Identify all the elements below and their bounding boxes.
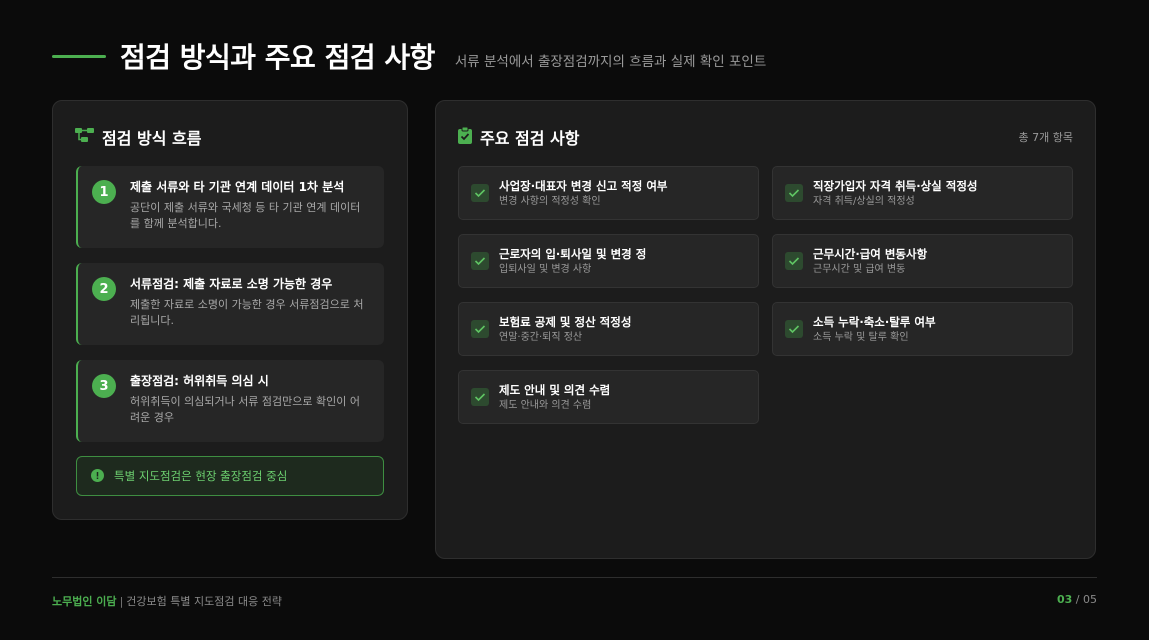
flow-panel: 점검 방식 흐름 1 제출 서류와 타 기관 연계 데이터 1차 분석 공단이 … bbox=[52, 100, 408, 520]
item-title: 근무시간·급여 변동사항 bbox=[813, 246, 928, 261]
checklist-item: 직장가입자 자격 취득·상실 적정성 자격 취득/상실의 적정성 bbox=[772, 166, 1073, 220]
page-indicator: 03 / 05 bbox=[1057, 593, 1097, 609]
checklist-item: 보험료 공제 및 정산 적정성 연말·중간·퇴직 정산 bbox=[458, 302, 759, 356]
checklist-panel-title: 주요 점검 사항 bbox=[480, 129, 580, 148]
item-title: 보험료 공제 및 정산 적정성 bbox=[499, 314, 632, 329]
checklist-panel: 주요 점검 사항 총 7개 항목 사업장·대표자 변경 신고 적정 여부 변경 … bbox=[435, 100, 1096, 559]
item-count: 총 7개 항목 bbox=[1018, 131, 1073, 144]
flow-steps: 1 제출 서류와 타 기관 연계 데이터 1차 분석 공단이 제출 서류와 국세… bbox=[76, 166, 384, 457]
page-header: 점검 방식과 주요 점검 사항 서류 분석에서 출장점검까지의 흐름과 실제 확… bbox=[52, 34, 1097, 78]
info-icon bbox=[91, 467, 104, 486]
page-current: 03 bbox=[1056, 593, 1073, 606]
footer-subtitle: 건강보험 특별 지도점검 대응 전략 bbox=[126, 595, 282, 608]
step-title: 제출 서류와 타 기관 연계 데이터 1차 분석 bbox=[130, 180, 345, 194]
item-description: 소득 누락 및 탈루 확인 bbox=[813, 331, 909, 343]
item-description: 제도 안내와 의견 수렴 bbox=[499, 399, 592, 411]
item-title: 직장가입자 자격 취득·상실 적정성 bbox=[813, 178, 978, 193]
step-description: 허위취득이 의심되거나 서류 점검만으로 확인이 어려운 경우 bbox=[130, 395, 361, 424]
flow-panel-header: 점검 방식 흐름 bbox=[75, 127, 202, 148]
check-icon bbox=[471, 252, 489, 270]
flow-step: 3 출장점검: 허위취득 의심 시 허위취득이 의심되거나 서류 점검만으로 확… bbox=[76, 360, 384, 442]
item-description: 근무시간 및 급여 변동 bbox=[813, 263, 906, 275]
check-icon bbox=[785, 320, 803, 338]
step-title: 출장점검: 허위취득 의심 시 bbox=[130, 374, 269, 388]
item-title: 제도 안내 및 의견 수렴 bbox=[499, 382, 611, 397]
check-icon bbox=[785, 252, 803, 270]
check-icon bbox=[471, 388, 489, 406]
step-title: 서류점검: 제출 자료로 소명 가능한 경우 bbox=[130, 277, 333, 291]
checklist-item: 근무시간·급여 변동사항 근무시간 및 급여 변동 bbox=[772, 234, 1073, 288]
checklist-item: 근로자의 입·퇴사일 및 변경 정 입퇴사일 및 변경 사항 bbox=[458, 234, 759, 288]
flow-step: 1 제출 서류와 타 기관 연계 데이터 1차 분석 공단이 제출 서류와 국세… bbox=[76, 166, 384, 248]
checklist-item: 제도 안내 및 의견 수렴 제도 안내와 의견 수렴 bbox=[458, 370, 759, 424]
step-number: 1 bbox=[92, 180, 116, 204]
page-title: 점검 방식과 주요 점검 사항 bbox=[120, 41, 435, 74]
checklist-grid: 사업장·대표자 변경 신고 적정 여부 변경 사항의 적정성 확인 직장가입자 … bbox=[458, 166, 1074, 424]
flow-panel-title: 점검 방식 흐름 bbox=[102, 129, 202, 148]
checklist-item: 사업장·대표자 변경 신고 적정 여부 변경 사항의 적정성 확인 bbox=[458, 166, 759, 220]
item-title: 소득 누락·축소·탈루 여부 bbox=[813, 314, 936, 329]
item-title: 근로자의 입·퇴사일 및 변경 정 bbox=[499, 246, 647, 261]
footer-brand: 노무법인 이담 bbox=[52, 595, 117, 608]
item-description: 변경 사항의 적정성 확인 bbox=[499, 195, 601, 207]
flow-icon bbox=[75, 127, 94, 147]
footer-separator: | bbox=[119, 595, 124, 608]
step-number: 2 bbox=[92, 277, 116, 301]
item-description: 자격 취득/상실의 적정성 bbox=[813, 195, 915, 207]
step-number: 3 bbox=[92, 374, 116, 398]
page-subtitle: 서류 분석에서 출장점검까지의 흐름과 실제 확인 포인트 bbox=[454, 54, 767, 70]
checklist-item: 소득 누락·축소·탈루 여부 소득 누락 및 탈루 확인 bbox=[772, 302, 1073, 356]
item-description: 연말·중간·퇴직 정산 bbox=[499, 331, 583, 343]
flow-step: 2 서류점검: 제출 자료로 소명 가능한 경우 제출한 자료로 소명이 가능한… bbox=[76, 263, 384, 345]
item-title: 사업장·대표자 변경 신고 적정 여부 bbox=[499, 178, 668, 193]
footer-divider bbox=[52, 577, 1097, 578]
step-description: 공단이 제출 서류와 국세청 등 타 기관 연계 데이터를 함께 분석합니다. bbox=[130, 201, 361, 230]
check-icon bbox=[471, 320, 489, 338]
checklist-panel-header: 주요 점검 사항 총 7개 항목 bbox=[458, 126, 1073, 148]
check-icon bbox=[785, 184, 803, 202]
footer: 노무법인 이담 | 건강보험 특별 지도점검 대응 전략 03 / 05 bbox=[52, 593, 1097, 609]
header-accent-line bbox=[52, 54, 106, 58]
notice-box: 특별 지도점검은 현장 출장점검 중심 bbox=[76, 456, 384, 496]
page-total: / 05 bbox=[1075, 593, 1097, 606]
step-description: 제출한 자료로 소명이 가능한 경우 서류점검으로 처리됩니다. bbox=[130, 298, 364, 327]
item-description: 입퇴사일 및 변경 사항 bbox=[499, 263, 592, 275]
notice-text: 특별 지도점검은 현장 출장점검 중심 bbox=[114, 469, 288, 483]
clipboard-check-icon bbox=[458, 126, 472, 148]
check-icon bbox=[471, 184, 489, 202]
